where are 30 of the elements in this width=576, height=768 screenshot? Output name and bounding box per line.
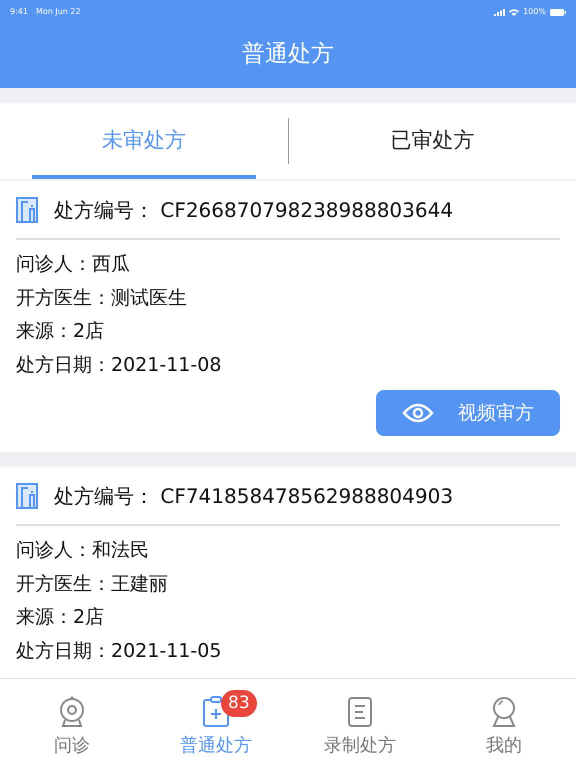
info-line: 处方日期：2021-11-05 (16, 638, 222, 664)
prescription-number: 处方编号： CF266870798238988803644 (54, 197, 454, 224)
info-line: 问诊人：西瓜 (16, 252, 131, 277)
info-line: 来源：2店 (16, 605, 106, 630)
tab-bar-item[interactable]: 问诊 (0, 679, 144, 768)
signal-icon (494, 8, 506, 16)
battery-icon (550, 8, 566, 16)
page-title: 普通处方 (242, 40, 334, 69)
info-line: 处方日期：2021-11-08 (16, 352, 222, 378)
info-line: 开方医生：测试医生 (16, 286, 188, 310)
info-line: 来源：2店 (16, 319, 106, 344)
prescription-icon (16, 483, 38, 509)
count-badge: 83 (221, 690, 257, 717)
webcam-icon (57, 696, 87, 728)
prescription-number: 处方编号： CF741858478562988804903 (54, 483, 454, 510)
wifi-icon (509, 8, 520, 16)
tab-bar-item[interactable]: 83 普通处方 (144, 679, 288, 768)
info-line: 开方医生：王建丽 (16, 572, 169, 596)
tab[interactable]: 已审处方 (288, 103, 576, 179)
info-line: 问诊人：和法民 (16, 538, 150, 563)
video-review-button[interactable]: 视频审方 (376, 390, 560, 436)
status-time: 9:41 (10, 6, 28, 18)
eye-icon (402, 403, 434, 423)
tab-bar-item[interactable]: 我的 (432, 679, 576, 768)
document-icon (345, 696, 375, 728)
battery-percent: 100% (523, 6, 546, 18)
tab[interactable]: 未审处方 (0, 103, 288, 179)
status-date: Mon Jun 22 (36, 6, 81, 18)
prescription-icon (16, 197, 38, 223)
tab-bar-item[interactable]: 录制处方 (288, 679, 432, 768)
